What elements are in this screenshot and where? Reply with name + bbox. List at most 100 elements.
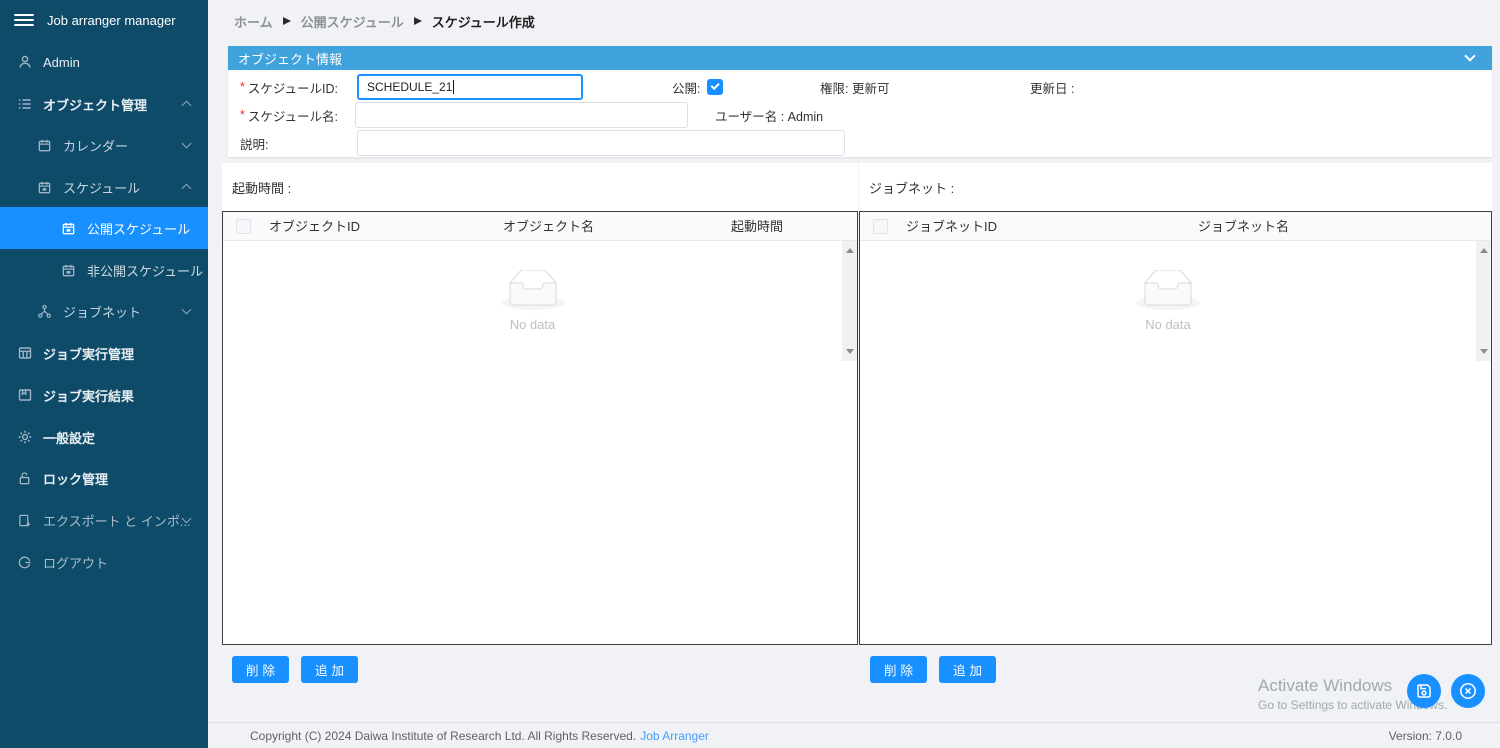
sidebar-item-job-exec-management[interactable]: ジョブ実行管理	[0, 333, 208, 373]
app-root: Job arranger manager Admin オブジェクト管理 カレンダ…	[0, 0, 1500, 748]
sidebar-item-general-settings[interactable]: 一般設定	[0, 417, 208, 457]
jobnet-add-button[interactable]: 追加	[939, 656, 996, 683]
sidebar-item-label: カレンダー	[63, 136, 128, 155]
column-header-boot-time[interactable]: 起動時間	[731, 212, 783, 241]
description-input[interactable]	[357, 130, 845, 156]
user-name-text: ユーザー名 : Admin	[715, 102, 823, 128]
select-all-checkbox[interactable]	[873, 219, 888, 234]
sidebar-item-jobnet[interactable]: ジョブネット	[0, 291, 208, 331]
description-label: 説明:	[240, 130, 268, 156]
jobnet-table-scrollbar[interactable]	[1476, 241, 1491, 361]
collapse-chevron-icon[interactable]	[1464, 50, 1475, 61]
schedule-name-input[interactable]	[355, 102, 688, 128]
calendar-icon	[36, 137, 53, 154]
sidebar-item-label: ジョブ実行結果	[43, 386, 134, 405]
column-header-object-name[interactable]: オブジェクト名	[503, 212, 594, 241]
sidebar-item-lock-management[interactable]: ロック管理	[0, 458, 208, 498]
sidebar-item-logout[interactable]: ログアウト	[0, 542, 208, 582]
sidebar-user-label: Admin	[43, 55, 80, 70]
boot-time-table-header: オブジェクトID オブジェクト名 起動時間	[223, 212, 857, 241]
calendar-event-icon	[36, 179, 53, 196]
sidebar-item-label: 一般設定	[43, 428, 95, 447]
public-checkbox[interactable]	[707, 79, 723, 95]
jobnet-section-title: ジョブネット :	[859, 163, 1492, 211]
no-data-text: No data	[1145, 317, 1191, 332]
logout-icon	[16, 554, 33, 571]
empty-box-icon	[1136, 270, 1200, 311]
sidebar-item-label: ログアウト	[43, 553, 108, 572]
object-info-panel: オブジェクト情報 * スケジュールID: SCHEDULE_21 公開: 権限:…	[228, 46, 1492, 157]
public-field: 公開:	[672, 74, 723, 100]
arrowhead-right-icon	[283, 17, 291, 25]
sidebar-item-job-exec-result[interactable]: ジョブ実行結果	[0, 375, 208, 415]
footer: Copyright (C) 2024 Daiwa Institute of Re…	[208, 722, 1500, 748]
close-icon	[1458, 681, 1478, 701]
sidebar-item-calendar[interactable]: カレンダー	[0, 125, 208, 165]
save-fab-button[interactable]	[1407, 674, 1441, 708]
brand-bar: Job arranger manager	[0, 0, 208, 40]
user-icon	[16, 54, 33, 71]
update-date-label: 更新日 :	[1030, 74, 1074, 100]
sidebar-item-label: スケジュール	[63, 178, 140, 197]
public-label: 公開:	[672, 78, 700, 97]
hamburger-icon[interactable]	[14, 11, 34, 29]
breadcrumb-home[interactable]: ホーム	[234, 12, 273, 31]
no-data-text: No data	[510, 317, 556, 332]
object-info-header[interactable]: オブジェクト情報	[228, 46, 1492, 70]
calendar-event-icon	[60, 220, 77, 237]
sidebar-item-label: 公開スケジュール	[87, 219, 190, 238]
jobnet-actions: 削除 追加	[870, 656, 996, 683]
schedule-id-input[interactable]: SCHEDULE_21	[357, 74, 583, 100]
boot-add-button[interactable]: 追加	[301, 656, 358, 683]
chevron-down-icon	[182, 305, 192, 315]
boot-delete-button[interactable]: 削除	[232, 656, 289, 683]
select-all-checkbox[interactable]	[236, 219, 251, 234]
boot-time-actions: 削除 追加	[232, 656, 358, 683]
column-header-jobnet-name[interactable]: ジョブネット名	[1198, 212, 1289, 241]
version-text: Version: 7.0.0	[1389, 729, 1462, 743]
boot-time-table: オブジェクトID オブジェクト名 起動時間 No data	[222, 211, 858, 645]
scroll-down-icon[interactable]	[1480, 349, 1488, 354]
scroll-up-icon[interactable]	[1480, 248, 1488, 253]
report-icon	[16, 387, 33, 404]
breadcrumb-current: スケジュール作成	[432, 12, 535, 31]
breadcrumb: ホーム 公開スケジュール スケジュール作成	[208, 0, 1500, 42]
jobnet-table: ジョブネットID ジョブネット名 No data	[859, 211, 1492, 645]
list-icon	[16, 96, 33, 113]
save-icon	[1415, 682, 1433, 700]
sidebar-item-label: エクスポート と インポ...	[43, 511, 191, 530]
sidebar-item-public-schedule[interactable]: 公開スケジュール	[0, 207, 208, 249]
app-title: Job arranger manager	[47, 13, 176, 28]
column-header-object-id[interactable]: オブジェクトID	[269, 212, 360, 241]
gear-icon	[16, 429, 33, 446]
sidebar-item-user[interactable]: Admin	[0, 42, 208, 82]
scroll-down-icon[interactable]	[846, 349, 854, 354]
jobnet-table-header: ジョブネットID ジョブネット名	[860, 212, 1491, 241]
required-marker: *	[240, 108, 245, 122]
sidebar-item-private-schedule[interactable]: 非公開スケジュール	[0, 250, 208, 290]
export-icon	[16, 512, 33, 529]
chevron-up-icon	[182, 184, 192, 194]
breadcrumb-public-schedule[interactable]: 公開スケジュール	[301, 12, 404, 31]
empty-state: No data	[860, 241, 1476, 361]
empty-state: No data	[223, 241, 842, 361]
sidebar-item-schedule[interactable]: スケジュール	[0, 167, 208, 207]
chevron-up-icon	[182, 101, 192, 111]
job-arranger-link[interactable]: Job Arranger	[640, 729, 709, 743]
copyright-text: Copyright (C) 2024 Daiwa Institute of Re…	[250, 729, 636, 743]
sidebar-item-object-management[interactable]: オブジェクト管理	[0, 84, 208, 124]
object-info-title: オブジェクト情報	[238, 49, 342, 68]
check-icon	[711, 80, 720, 89]
chevron-down-icon	[182, 139, 192, 149]
schedule-id-value: SCHEDULE_21	[367, 80, 452, 94]
column-header-jobnet-id[interactable]: ジョブネットID	[906, 212, 997, 241]
close-fab-button[interactable]	[1451, 674, 1485, 708]
main-content: ホーム 公開スケジュール スケジュール作成 オブジェクト情報 * スケジュールI…	[208, 0, 1500, 748]
boot-time-section-title: 起動時間 :	[222, 163, 858, 211]
scroll-up-icon[interactable]	[846, 248, 854, 253]
empty-box-icon	[501, 270, 565, 311]
sidebar-item-label: ジョブネット	[63, 302, 141, 321]
jobnet-delete-button[interactable]: 削除	[870, 656, 927, 683]
sidebar-item-export-import[interactable]: エクスポート と インポ...	[0, 500, 208, 540]
boot-time-table-scrollbar[interactable]	[842, 241, 857, 361]
